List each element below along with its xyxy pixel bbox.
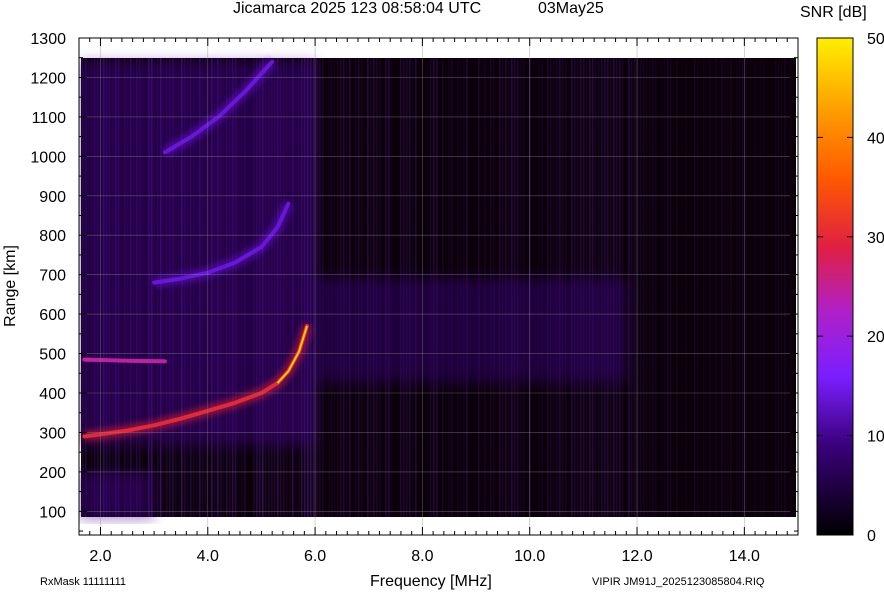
noise-stripe xyxy=(784,58,786,517)
x-tick-label: 14.0 xyxy=(729,548,760,565)
noise-stripe xyxy=(643,58,645,517)
y-tick-label: 1100 xyxy=(32,110,67,127)
noise-stripe xyxy=(655,58,657,517)
colorbar-label: SNR [dB] xyxy=(800,4,867,21)
noise-stripe xyxy=(790,58,792,517)
y-tick-label: 1300 xyxy=(30,31,66,48)
y-tick-label: 1200 xyxy=(30,70,66,87)
noise-stripe xyxy=(634,58,636,517)
y-axis-label: Range [km] xyxy=(2,245,19,327)
noise-stripe xyxy=(736,58,738,517)
noise-stripe xyxy=(646,58,648,517)
noise-stripe xyxy=(676,58,678,517)
y-tick-label: 300 xyxy=(39,425,66,442)
noise-stripe xyxy=(760,58,762,517)
rxmask-label: RxMask 11111111 xyxy=(40,576,127,588)
noise-stripe xyxy=(727,58,729,517)
echo-trace xyxy=(82,357,167,364)
noise-stripe xyxy=(694,58,696,517)
y-tick-label: 400 xyxy=(39,386,66,403)
noise-stripe xyxy=(697,58,699,517)
noise-stripe xyxy=(715,58,717,517)
y-tick-label: 900 xyxy=(39,189,66,206)
x-tick-label: 4.0 xyxy=(197,548,219,565)
y-tick-label: 600 xyxy=(39,307,66,324)
x-tick-label: 2.0 xyxy=(89,548,111,565)
noise-stripe xyxy=(631,58,633,517)
noise-stripe xyxy=(649,58,651,517)
x-tick-label: 10.0 xyxy=(514,548,545,565)
noise-stripe xyxy=(664,58,666,517)
noise-stripe xyxy=(667,58,669,517)
x-tick-label: 12.0 xyxy=(621,548,652,565)
noise-stripe xyxy=(685,58,687,517)
noise-stripe xyxy=(754,58,756,517)
y-tick-label: 700 xyxy=(39,268,66,285)
noise-stripe xyxy=(709,58,711,517)
echo-region xyxy=(79,471,155,520)
colorbar-tick-label: 10 xyxy=(867,429,884,446)
noise-stripe xyxy=(661,58,663,517)
noise-stripe xyxy=(778,58,780,517)
y-tick-label: 500 xyxy=(39,347,66,364)
noise-stripe xyxy=(670,58,672,517)
colorbar xyxy=(816,37,854,536)
ionogram-chart: 2.0 4.0 6.0 8.0 10.0 12.0 14.0 100200300400500… xyxy=(2,31,884,565)
echo-region xyxy=(315,278,627,382)
noise-stripe xyxy=(628,58,630,517)
noise-stripe xyxy=(775,58,777,517)
noise-stripe xyxy=(781,58,783,517)
y-tick-label: 1000 xyxy=(30,149,66,166)
noise-stripe xyxy=(640,58,642,517)
x-tick-label: 8.0 xyxy=(411,548,433,565)
file-label: VIPIR JM91J_2025123085804.RIQ xyxy=(592,576,765,588)
x-axis-label: Frequency [MHz] xyxy=(370,573,492,590)
noise-stripe xyxy=(742,58,744,517)
noise-stripe xyxy=(721,58,723,517)
colorbar-tick-label: 50 xyxy=(867,31,884,48)
x-tick-label: 6.0 xyxy=(304,548,326,565)
colorbar-tick-label: 40 xyxy=(867,130,884,147)
noise-stripe xyxy=(730,58,732,517)
noise-stripe xyxy=(763,58,765,517)
noise-stripe xyxy=(745,58,747,517)
colorbar-tick-label: 30 xyxy=(867,230,884,247)
noise-stripe xyxy=(703,58,705,517)
colorbar-tick-label: 20 xyxy=(867,329,884,346)
y-tick-label: 200 xyxy=(39,465,66,482)
noise-stripe xyxy=(652,58,654,517)
colorbar-tick-label: 0 xyxy=(867,528,876,545)
y-tick-label: 100 xyxy=(39,504,66,521)
noise-stripe xyxy=(724,58,726,517)
y-tick-label: 800 xyxy=(39,228,66,245)
noise-stripe xyxy=(739,58,741,517)
